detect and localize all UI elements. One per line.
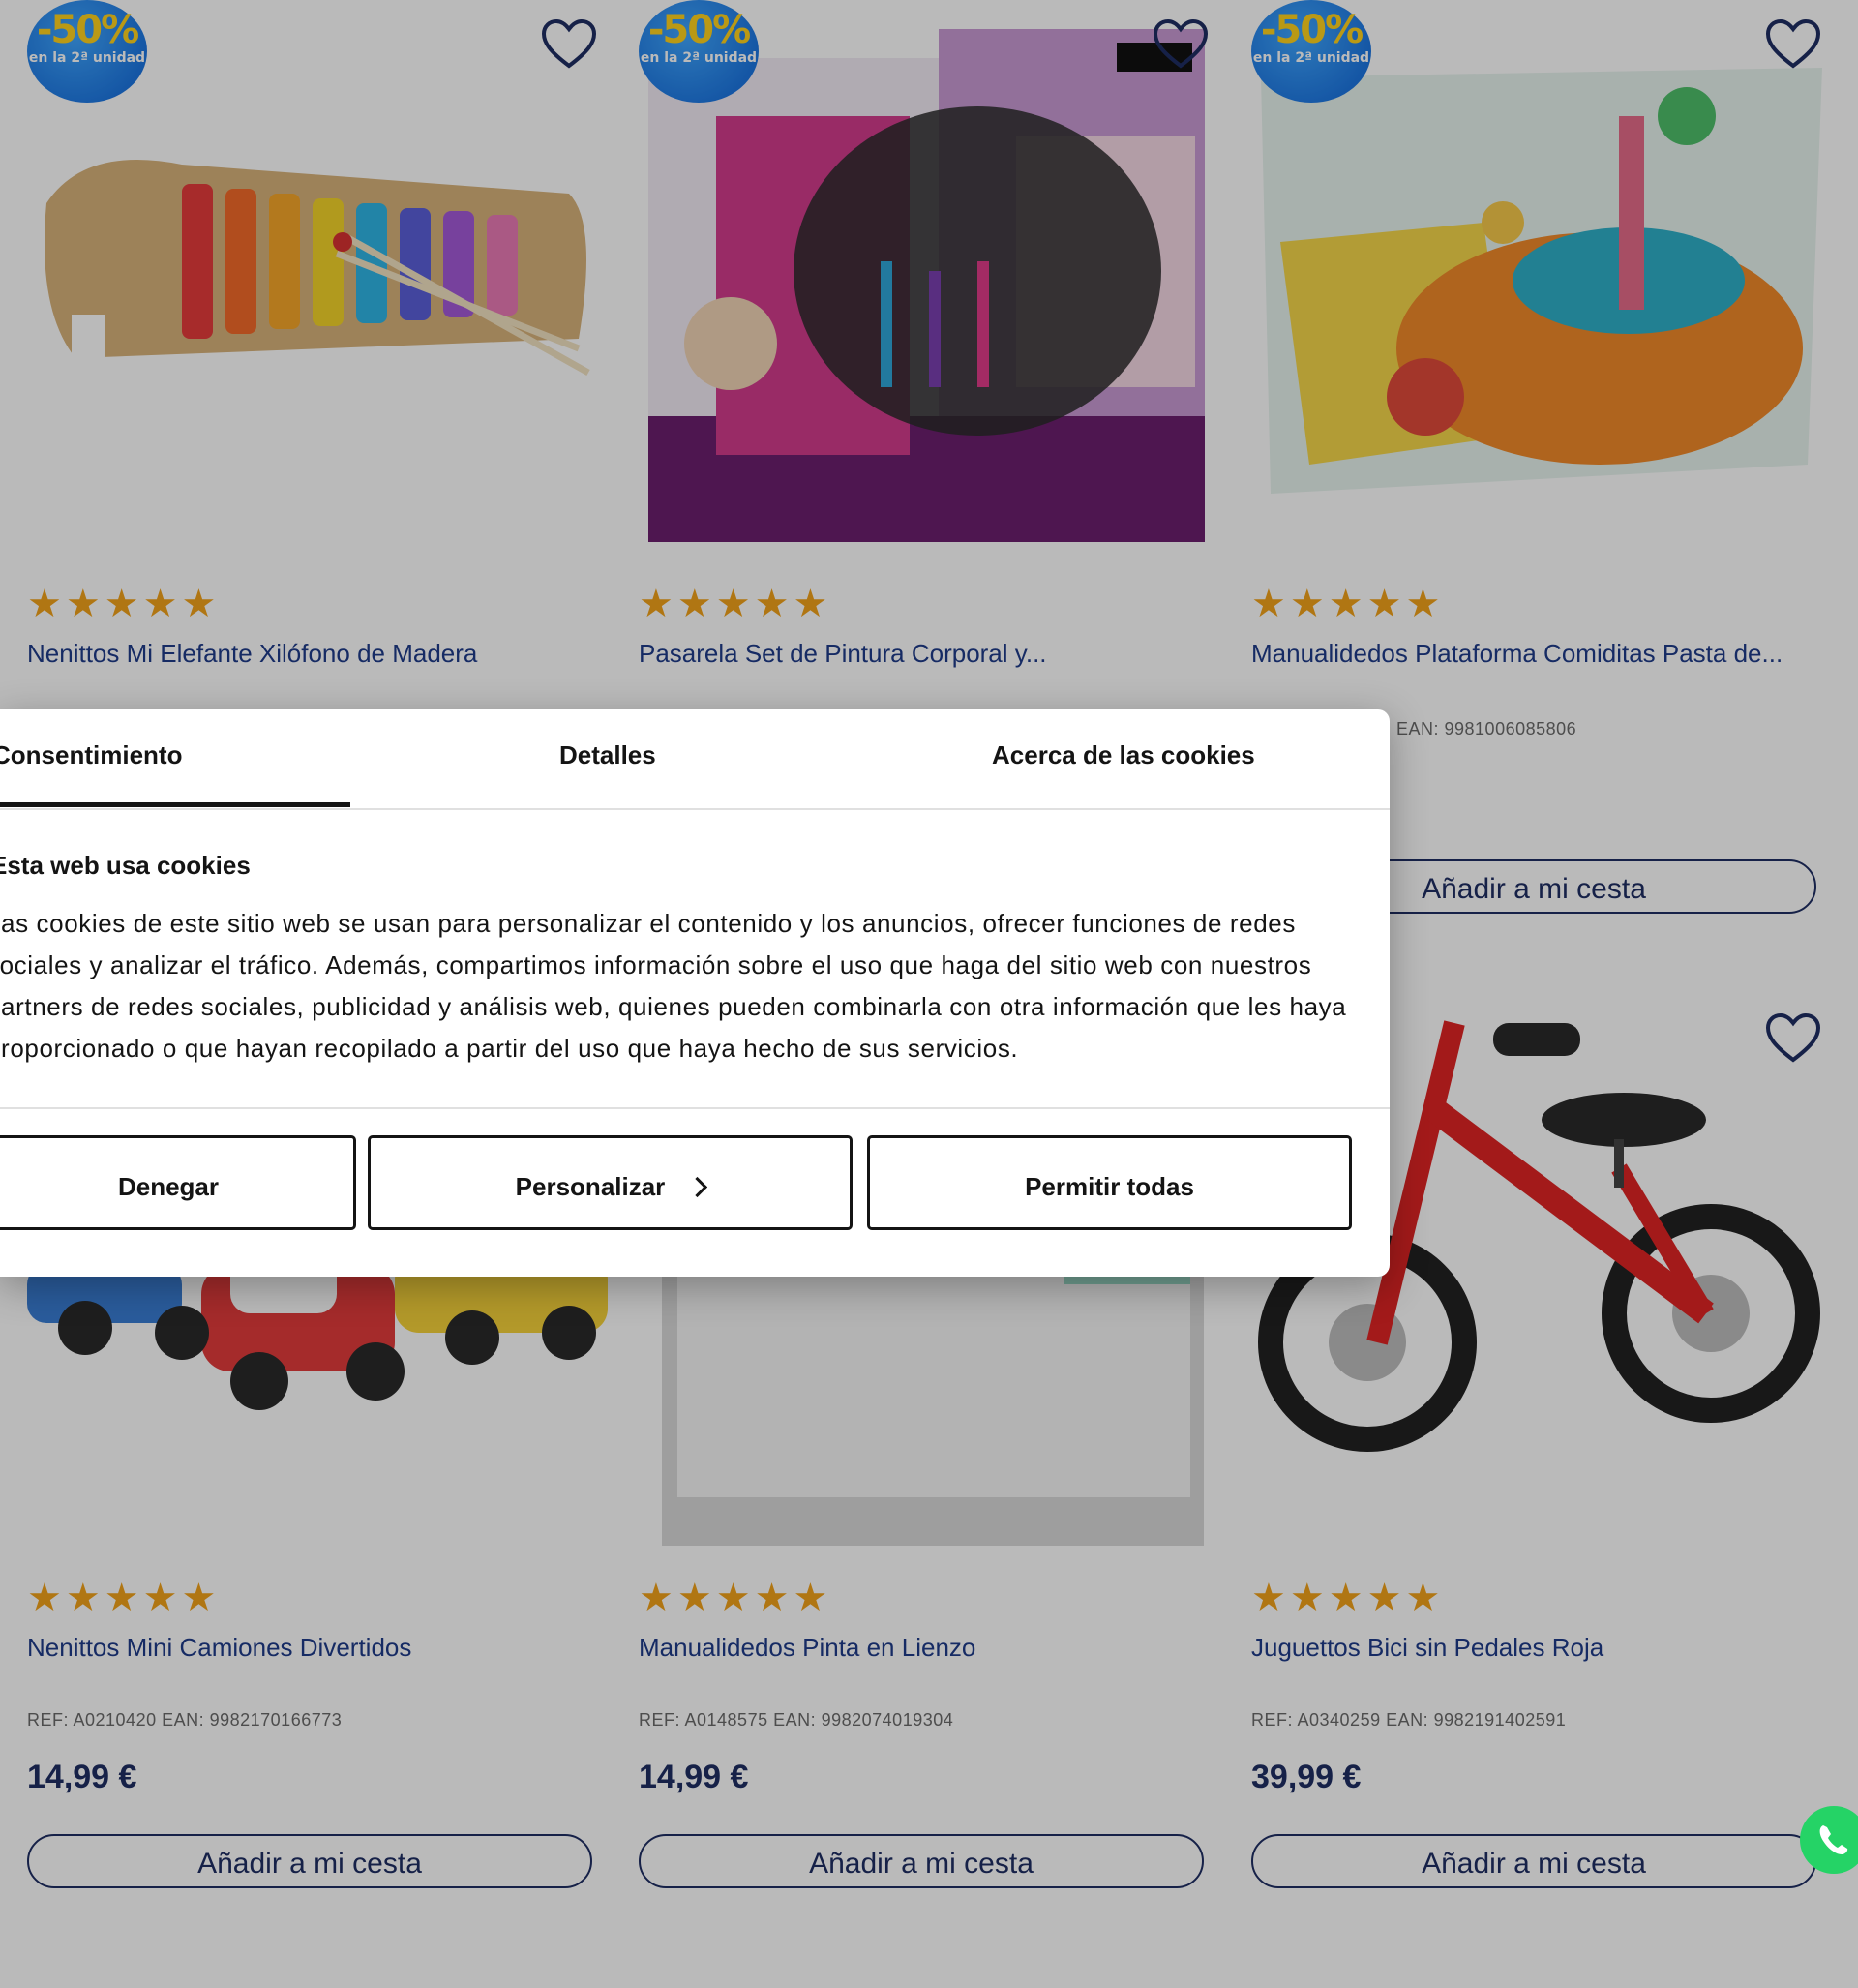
allow-all-button-label: Permitir todas <box>1025 1172 1194 1201</box>
cookie-title: Esta web usa cookies <box>0 851 251 880</box>
cookie-tabs: Consentimiento Detalles Acerca de las co… <box>0 709 1390 810</box>
cookie-consent-dialog: Consentimiento Detalles Acerca de las co… <box>0 709 1390 1277</box>
deny-button-label: Denegar <box>117 1172 220 1201</box>
tab-details[interactable]: Detalles <box>559 740 656 770</box>
cookie-description-line: Las cookies de este sitio web se usan pa… <box>0 909 1296 938</box>
allow-all-button[interactable]: Permitir todas <box>867 1135 1352 1230</box>
cookie-description-line: sociales y analizar el tráfico. Además, … <box>0 950 1312 979</box>
tab-about-cookies[interactable]: Acerca de las cookies <box>992 740 1255 770</box>
cookie-description-line: partners de redes sociales, publicidad y… <box>0 992 1347 1021</box>
customize-button[interactable]: Personalizar <box>368 1135 853 1230</box>
tab-consent[interactable]: Consentimiento <box>0 740 182 770</box>
divider <box>0 1107 1390 1109</box>
active-tab-indicator <box>0 802 350 807</box>
cookie-description: Las cookies de este sitio web se usan pa… <box>0 903 1361 1069</box>
cookie-description-line: proporcionado o que hayan recopilado a p… <box>0 1034 1019 1063</box>
deny-button[interactable]: Denegar <box>0 1135 356 1230</box>
customize-button-label: Personalizar <box>515 1172 666 1201</box>
phone-icon <box>1819 1825 1848 1854</box>
whatsapp-icon[interactable] <box>1800 1806 1858 1874</box>
chevron-right-icon <box>687 1176 708 1198</box>
